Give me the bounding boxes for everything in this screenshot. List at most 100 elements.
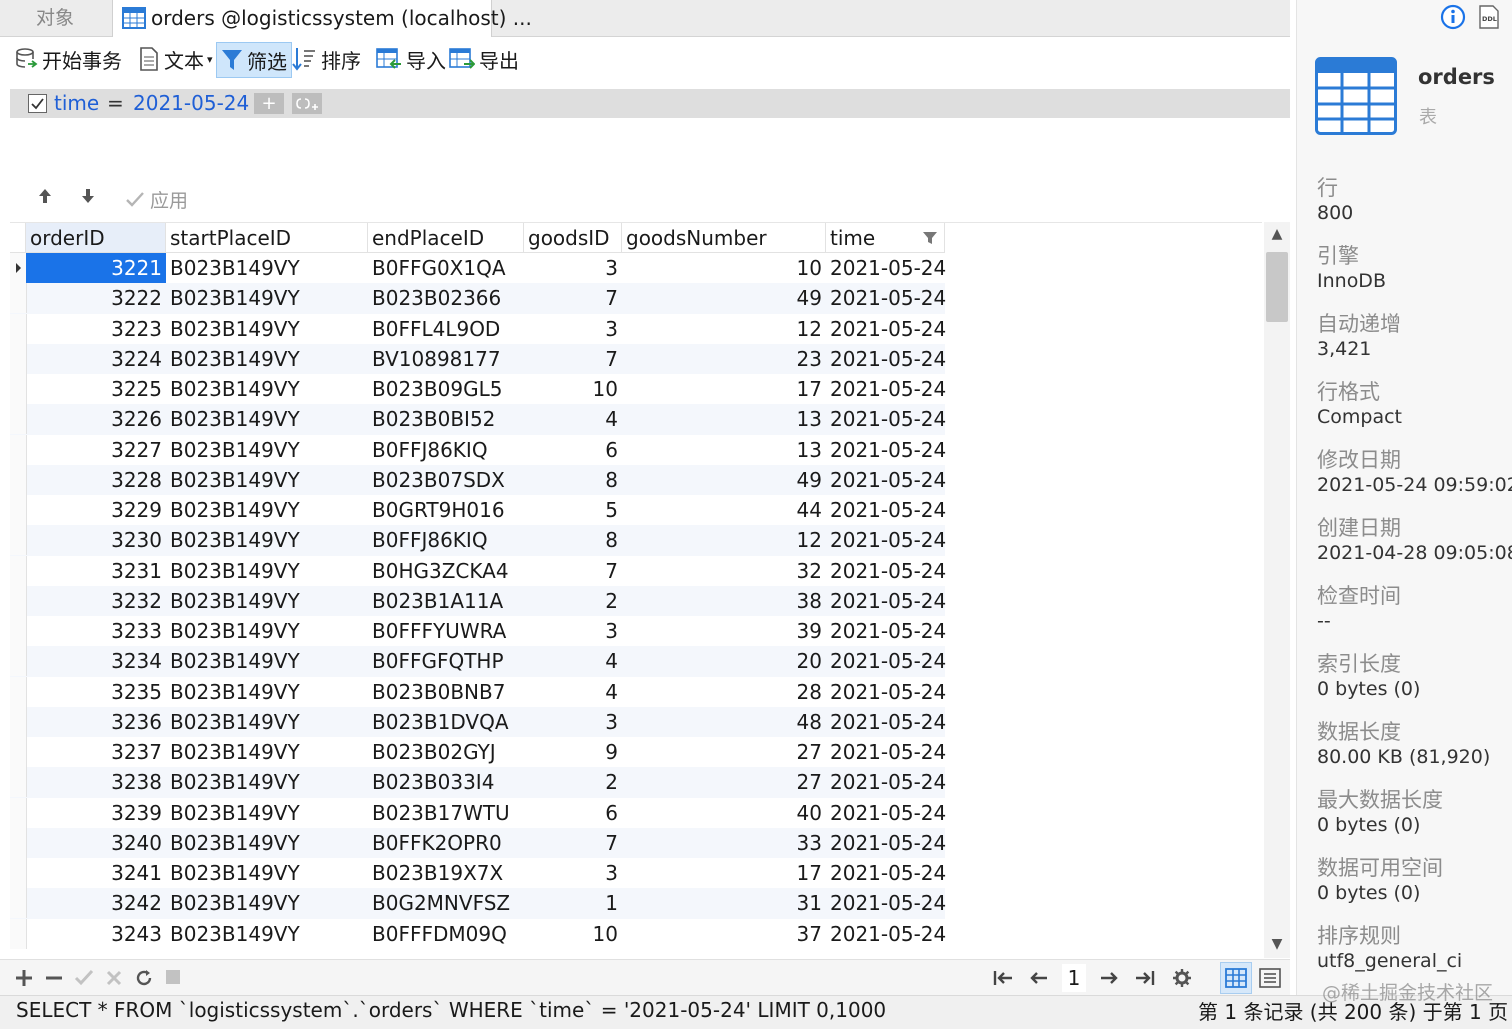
row-selector[interactable] (10, 767, 27, 798)
table-row[interactable]: 3242 B023B149VY B0G2MNVFSZ 1 31 2021-05-24 (10, 888, 946, 919)
cell-orderID[interactable]: 3226 (26, 404, 166, 434)
cell-endPlaceID[interactable]: B0FFG0X1QA (368, 253, 524, 283)
cell-startPlaceID[interactable]: B023B149VY (166, 858, 368, 888)
table-row[interactable]: 3236 B023B149VY B023B1DVQA 3 48 2021-05-24 (10, 706, 946, 737)
text-view-button[interactable]: 文本 ▾ (138, 42, 213, 76)
cell-time[interactable]: 2021-05-24 (826, 798, 946, 828)
export-button[interactable]: 导出 (449, 42, 519, 76)
table-row[interactable]: 3222 B023B149VY B023B02366 7 49 2021-05-24 (10, 283, 946, 314)
cell-goodsNumber[interactable]: 27 (622, 737, 826, 767)
cell-orderID[interactable]: 3229 (26, 495, 166, 525)
cell-endPlaceID[interactable]: B0FFK2OPR0 (368, 828, 524, 858)
cell-orderID[interactable]: 3243 (26, 919, 166, 949)
cell-startPlaceID[interactable]: B023B149VY (166, 344, 368, 374)
cell-orderID[interactable]: 3239 (26, 798, 166, 828)
table-row[interactable]: 3233 B023B149VY B0FFFYUWRA 3 39 2021-05-24 (10, 616, 946, 646)
first-page-button[interactable] (992, 968, 1014, 993)
cell-goodsID[interactable]: 4 (524, 404, 622, 434)
cell-time[interactable]: 2021-05-24 (826, 283, 946, 313)
delete-record-button[interactable] (44, 968, 64, 993)
cell-goodsID[interactable]: 7 (524, 828, 622, 858)
cell-startPlaceID[interactable]: B023B149VY (166, 404, 368, 434)
row-selector[interactable] (10, 313, 27, 344)
cell-goodsID[interactable]: 3 (524, 314, 622, 344)
cell-endPlaceID[interactable]: B0FFJ86KIQ (368, 435, 524, 465)
row-selector[interactable] (10, 555, 27, 586)
cell-endPlaceID[interactable]: B023B19X7X (368, 858, 524, 888)
table-row[interactable]: 3243 B023B149VY B0FFFDM09Q 10 37 2021-05-24 (10, 918, 946, 949)
cell-startPlaceID[interactable]: B023B149VY (166, 828, 368, 858)
cell-endPlaceID[interactable]: B0FFJ86KIQ (368, 525, 524, 555)
cell-time[interactable]: 2021-05-24 (826, 435, 946, 465)
scroll-up-icon[interactable]: ▲ (1264, 226, 1290, 242)
cell-goodsNumber[interactable]: 12 (622, 525, 826, 555)
cell-startPlaceID[interactable]: B023B149VY (166, 525, 368, 555)
cell-goodsNumber[interactable]: 23 (622, 344, 826, 374)
table-row[interactable]: 3227 B023B149VY B0FFJ86KIQ 6 13 2021-05-24 (10, 434, 946, 465)
cell-goodsID[interactable]: 7 (524, 283, 622, 313)
vertical-scrollbar[interactable] (1264, 222, 1290, 958)
cell-goodsID[interactable]: 3 (524, 707, 622, 737)
cell-time[interactable]: 2021-05-24 (826, 465, 946, 495)
cell-orderID[interactable]: 3230 (26, 525, 166, 555)
cell-startPlaceID[interactable]: B023B149VY (166, 465, 368, 495)
row-selector[interactable] (10, 495, 27, 525)
row-selector[interactable] (10, 676, 27, 707)
table-row[interactable]: 3230 B023B149VY B0FFJ86KIQ 8 12 2021-05-24 (10, 525, 946, 556)
refresh-button[interactable] (134, 968, 154, 993)
cell-orderID[interactable]: 3240 (26, 828, 166, 858)
table-row[interactable]: 3240 B023B149VY B0FFK2OPR0 7 33 2021-05-24 (10, 827, 946, 858)
tab-orders-table[interactable]: orders @logisticssystem (localhost) ... (112, 0, 532, 37)
cell-time[interactable]: 2021-05-24 (826, 525, 946, 555)
cell-goodsID[interactable]: 6 (524, 435, 622, 465)
row-selector[interactable] (10, 646, 27, 677)
cell-goodsNumber[interactable]: 13 (622, 435, 826, 465)
move-up-button[interactable] (36, 186, 54, 210)
cell-time[interactable]: 2021-05-24 (826, 556, 946, 586)
settings-button[interactable] (1172, 968, 1192, 993)
cell-goodsNumber[interactable]: 49 (622, 465, 826, 495)
row-selector[interactable] (10, 918, 27, 949)
cell-time[interactable]: 2021-05-24 (826, 888, 946, 918)
cell-orderID[interactable]: 3242 (26, 888, 166, 918)
cell-goodsID[interactable]: 2 (524, 586, 622, 616)
cell-goodsNumber[interactable]: 32 (622, 556, 826, 586)
cell-orderID[interactable]: 3231 (26, 556, 166, 586)
cell-goodsID[interactable]: 7 (524, 344, 622, 374)
begin-transaction-button[interactable]: 开始事务 (14, 42, 122, 76)
cell-endPlaceID[interactable]: B023B09GL5 (368, 374, 524, 404)
cell-startPlaceID[interactable]: B023B149VY (166, 616, 368, 646)
row-selector[interactable] (10, 253, 27, 283)
cell-startPlaceID[interactable]: B023B149VY (166, 435, 368, 465)
filter-enabled-checkbox[interactable] (28, 94, 47, 113)
cell-startPlaceID[interactable]: B023B149VY (166, 888, 368, 918)
cell-startPlaceID[interactable]: B023B149VY (166, 495, 368, 525)
sort-button[interactable]: 排序 (291, 42, 361, 76)
move-down-button[interactable] (79, 186, 97, 210)
tab-objects[interactable]: 对象 (0, 0, 110, 36)
last-page-button[interactable] (1134, 968, 1156, 993)
cell-orderID[interactable]: 3221 (26, 253, 166, 283)
cell-orderID[interactable]: 3224 (26, 344, 166, 374)
cell-endPlaceID[interactable]: B0G2MNVFSZ (368, 888, 524, 918)
cell-startPlaceID[interactable]: B023B149VY (166, 677, 368, 707)
cell-goodsNumber[interactable]: 12 (622, 314, 826, 344)
cell-goodsID[interactable]: 3 (524, 253, 622, 283)
cell-time[interactable]: 2021-05-24 (826, 677, 946, 707)
table-row[interactable]: 3235 B023B149VY B023B0BNB7 4 28 2021-05-24 (10, 676, 946, 707)
cell-goodsID[interactable]: 3 (524, 616, 622, 646)
stop-button[interactable] (164, 968, 182, 991)
cell-startPlaceID[interactable]: B023B149VY (166, 314, 368, 344)
table-row[interactable]: 3237 B023B149VY B023B02GYJ 9 27 2021-05-24 (10, 737, 946, 767)
column-header-startPlaceID[interactable]: startPlaceID (166, 223, 368, 253)
row-selector[interactable] (10, 374, 27, 404)
cell-time[interactable]: 2021-05-24 (826, 586, 946, 616)
cell-time[interactable]: 2021-05-24 (826, 919, 946, 949)
cell-endPlaceID[interactable]: B023B0BI52 (368, 404, 524, 434)
cell-goodsNumber[interactable]: 40 (622, 798, 826, 828)
table-row[interactable]: 3231 B023B149VY B0HG3ZCKA4 7 32 2021-05-24 (10, 555, 946, 586)
row-selector[interactable] (10, 706, 27, 737)
row-selector[interactable] (10, 434, 27, 465)
table-row[interactable]: 3221 B023B149VY B0FFG0X1QA 3 10 2021-05-24 (10, 253, 946, 283)
cell-goodsNumber[interactable]: 10 (622, 253, 826, 283)
